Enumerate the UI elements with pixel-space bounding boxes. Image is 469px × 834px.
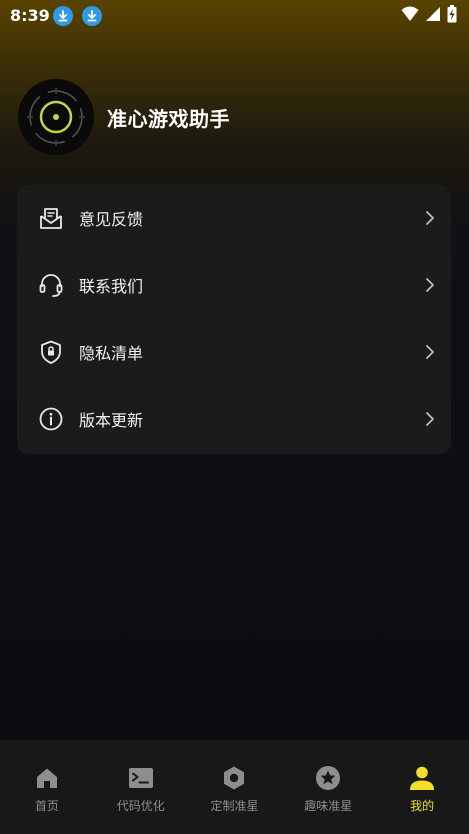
menu-item-label: 隐私清单 bbox=[79, 344, 144, 363]
home-icon bbox=[33, 764, 61, 792]
battery-charging-icon bbox=[447, 5, 457, 27]
star-circle-icon bbox=[314, 764, 342, 792]
profile-header: 准心游戏助手 bbox=[18, 79, 230, 155]
person-icon bbox=[408, 764, 436, 792]
info-circle-icon bbox=[38, 406, 64, 432]
settings-menu-card: 意见反馈 联系我们 隐私清单 版本更新 bbox=[17, 185, 451, 454]
nav-item-mine[interactable]: 我的 bbox=[375, 740, 469, 834]
nav-item-label: 趣味准星 bbox=[304, 799, 353, 813]
download-notification-icon bbox=[82, 6, 102, 26]
nav-item-fun-crosshair[interactable]: 趣味准星 bbox=[281, 740, 375, 834]
crosshair-logo-icon bbox=[27, 88, 85, 146]
bottom-navigation: 首页 代码优化 定制准星 趣味准星 我的 bbox=[0, 740, 469, 834]
menu-item-contact-us[interactable]: 联系我们 bbox=[17, 252, 451, 318]
menu-item-privacy-list[interactable]: 隐私清单 bbox=[17, 319, 451, 385]
privacy-shield-icon bbox=[38, 339, 64, 365]
terminal-icon bbox=[127, 764, 155, 792]
nav-item-home[interactable]: 首页 bbox=[0, 740, 94, 834]
menu-item-label: 意见反馈 bbox=[79, 210, 144, 229]
chevron-right-icon bbox=[423, 343, 437, 361]
avatar[interactable] bbox=[18, 79, 94, 155]
menu-item-feedback[interactable]: 意见反馈 bbox=[17, 185, 451, 251]
menu-item-label: 版本更新 bbox=[79, 411, 144, 430]
nav-item-label: 我的 bbox=[410, 799, 435, 813]
status-time: 8:39 bbox=[10, 6, 50, 25]
chevron-right-icon bbox=[423, 276, 437, 294]
nav-item-code-optimize[interactable]: 代码优化 bbox=[94, 740, 188, 834]
nav-item-label: 定制准星 bbox=[210, 799, 259, 813]
download-notification-icon bbox=[53, 6, 73, 26]
menu-item-label: 联系我们 bbox=[79, 277, 144, 296]
headset-icon bbox=[38, 272, 64, 298]
status-bar: 8:39 bbox=[0, 0, 469, 32]
app-name: 准心游戏助手 bbox=[107, 106, 230, 131]
feedback-envelope-icon bbox=[38, 205, 64, 231]
hexagon-nut-icon bbox=[220, 764, 248, 792]
nav-item-label: 首页 bbox=[34, 799, 59, 813]
chevron-right-icon bbox=[423, 209, 437, 227]
chevron-right-icon bbox=[423, 410, 437, 428]
wifi-icon bbox=[401, 6, 419, 26]
menu-item-version-update[interactable]: 版本更新 bbox=[17, 386, 451, 452]
nav-item-custom-crosshair[interactable]: 定制准星 bbox=[188, 740, 282, 834]
nav-item-label: 代码优化 bbox=[116, 799, 165, 813]
signal-icon bbox=[425, 6, 441, 26]
